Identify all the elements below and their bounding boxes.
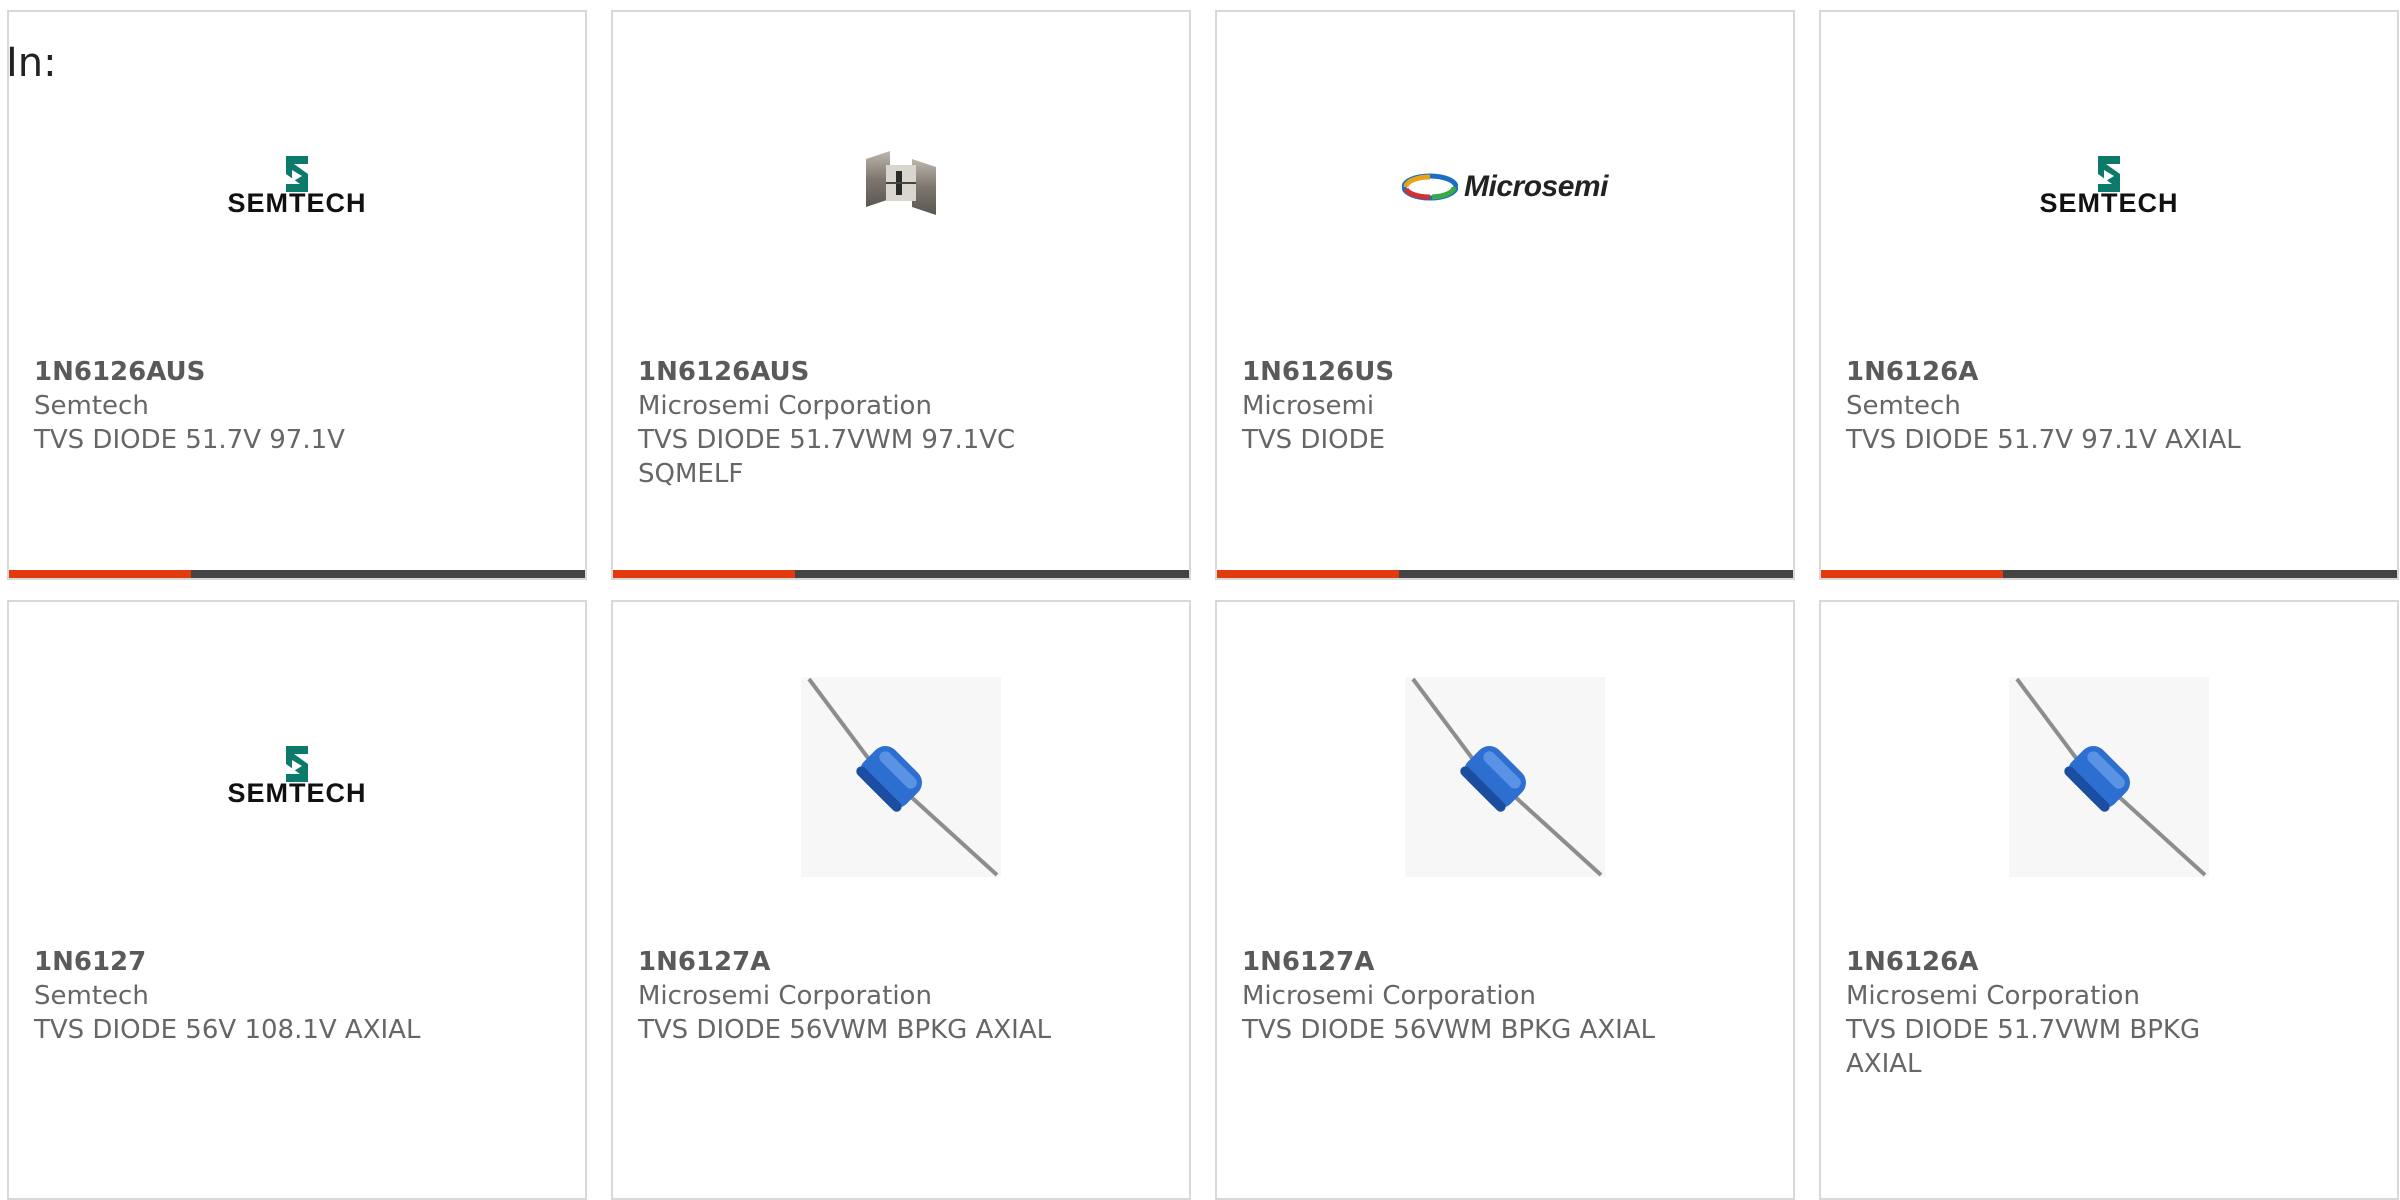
part-number[interactable]: 1N6126AUS bbox=[638, 355, 1058, 389]
semtech-wordmark: SEMTECH bbox=[227, 777, 367, 808]
axial-diode-photo bbox=[801, 677, 1001, 877]
manufacturer-name: Semtech bbox=[34, 981, 149, 1011]
product-image[interactable] bbox=[613, 652, 1189, 902]
part-number[interactable]: 1N6127A bbox=[1242, 945, 1662, 979]
semtech-mark-icon bbox=[2097, 155, 2120, 192]
manufacturer-name: Semtech bbox=[1846, 391, 1961, 421]
product-card[interactable]: 1N6126AUS Microsemi Corporation TVS DIOD… bbox=[611, 10, 1191, 580]
part-number[interactable]: 1N6126A bbox=[1846, 945, 2266, 979]
manufacturer-name: Semtech bbox=[34, 391, 149, 421]
semtech-wordmark: SEMTECH bbox=[2039, 187, 2179, 218]
semtech-logo: SEMTECH bbox=[227, 155, 367, 219]
product-description: TVS DIODE 51.7V 97.1V bbox=[34, 425, 345, 455]
card-progress-bar bbox=[1821, 570, 2397, 578]
product-image[interactable]: SEMTECH bbox=[9, 62, 585, 312]
semtech-mark-icon bbox=[285, 155, 308, 192]
product-text: 1N6126AUS Microsemi Corporation TVS DIOD… bbox=[638, 355, 1058, 491]
product-image[interactable] bbox=[1217, 652, 1793, 902]
part-number[interactable]: 1N6126US bbox=[1242, 355, 1662, 389]
semtech-logo: SEMTECH bbox=[2039, 155, 2179, 219]
product-image[interactable] bbox=[1821, 652, 2397, 902]
card-progress-bar bbox=[1217, 570, 1793, 578]
product-text: 1N6127 Semtech TVS DIODE 56V 108.1V AXIA… bbox=[34, 945, 454, 1047]
axial-diode-photo bbox=[1405, 677, 1605, 877]
product-card[interactable]: 1N6126A Microsemi Corporation TVS DIODE … bbox=[1819, 600, 2399, 1200]
product-image[interactable]: SEMTECH bbox=[9, 652, 585, 902]
product-card[interactable]: SEMTECH 1N6126A Semtech TVS DIODE 51.7V … bbox=[1819, 10, 2399, 580]
product-image[interactable] bbox=[613, 62, 1189, 312]
manufacturer-name: Microsemi Corporation bbox=[1846, 981, 2140, 1011]
product-text: 1N6127A Microsemi Corporation TVS DIODE … bbox=[1242, 945, 1662, 1047]
card-progress-accent bbox=[613, 570, 795, 578]
product-description: TVS DIODE 51.7V 97.1V AXIAL bbox=[1846, 425, 2241, 455]
product-image[interactable]: Microsemi bbox=[1217, 62, 1793, 312]
product-card[interactable]: SEMTECH 1N6126AUS Semtech TVS DIODE 51.7… bbox=[7, 10, 587, 580]
product-text: 1N6126AUS Semtech TVS DIODE 51.7V 97.1V bbox=[34, 355, 454, 457]
manufacturer-name: Microsemi Corporation bbox=[638, 981, 932, 1011]
product-text: 1N6127A Microsemi Corporation TVS DIODE … bbox=[638, 945, 1058, 1047]
product-card[interactable]: Microsemi 1N6126US Microsemi TVS DIODE bbox=[1215, 10, 1795, 580]
axial-diode-photo bbox=[2009, 677, 2209, 877]
part-number[interactable]: 1N6127 bbox=[34, 945, 454, 979]
sqmelf-package-photo bbox=[866, 151, 936, 215]
microsemi-logo: Microsemi bbox=[1402, 170, 1608, 204]
manufacturer-name: Microsemi Corporation bbox=[638, 391, 932, 421]
semtech-mark-icon bbox=[285, 745, 308, 782]
microsemi-wordmark: Microsemi bbox=[1464, 170, 1608, 203]
product-card[interactable]: 1N6127A Microsemi Corporation TVS DIODE … bbox=[1215, 600, 1795, 1200]
product-card[interactable]: 1N6127A Microsemi Corporation TVS DIODE … bbox=[611, 600, 1191, 1200]
manufacturer-name: Microsemi bbox=[1242, 391, 1375, 421]
card-progress-accent bbox=[9, 570, 191, 578]
part-number[interactable]: 1N6127A bbox=[638, 945, 1058, 979]
semtech-logo: SEMTECH bbox=[227, 745, 367, 809]
product-description: TVS DIODE 56VWM BPKG AXIAL bbox=[1242, 1015, 1656, 1045]
manufacturer-name: Microsemi Corporation bbox=[1242, 981, 1536, 1011]
microsemi-swirl-icon bbox=[1402, 173, 1459, 201]
product-grid: SEMTECH 1N6126AUS Semtech TVS DIODE 51.7… bbox=[7, 10, 2400, 1200]
product-description: TVS DIODE 56VWM BPKG AXIAL bbox=[638, 1015, 1052, 1045]
card-progress-accent bbox=[1821, 570, 2003, 578]
card-progress-bar bbox=[613, 570, 1189, 578]
product-description: TVS DIODE bbox=[1242, 425, 1386, 455]
product-card[interactable]: SEMTECH 1N6127 Semtech TVS DIODE 56V 108… bbox=[7, 600, 587, 1200]
semtech-wordmark: SEMTECH bbox=[227, 187, 367, 218]
filter-in-label: In: bbox=[6, 40, 57, 86]
product-description: TVS DIODE 51.7VWM BPKG AXIAL bbox=[1846, 1015, 2201, 1079]
product-text: 1N6126US Microsemi TVS DIODE bbox=[1242, 355, 1662, 457]
product-text: 1N6126A Semtech TVS DIODE 51.7V 97.1V AX… bbox=[1846, 355, 2266, 457]
product-image[interactable]: SEMTECH bbox=[1821, 62, 2397, 312]
product-description: TVS DIODE 56V 108.1V AXIAL bbox=[34, 1015, 421, 1045]
part-number[interactable]: 1N6126AUS bbox=[34, 355, 454, 389]
card-progress-bar bbox=[9, 570, 585, 578]
part-number[interactable]: 1N6126A bbox=[1846, 355, 2266, 389]
card-progress-accent bbox=[1217, 570, 1399, 578]
product-text: 1N6126A Microsemi Corporation TVS DIODE … bbox=[1846, 945, 2266, 1081]
product-description: TVS DIODE 51.7VWM 97.1VC SQMELF bbox=[638, 425, 1016, 489]
